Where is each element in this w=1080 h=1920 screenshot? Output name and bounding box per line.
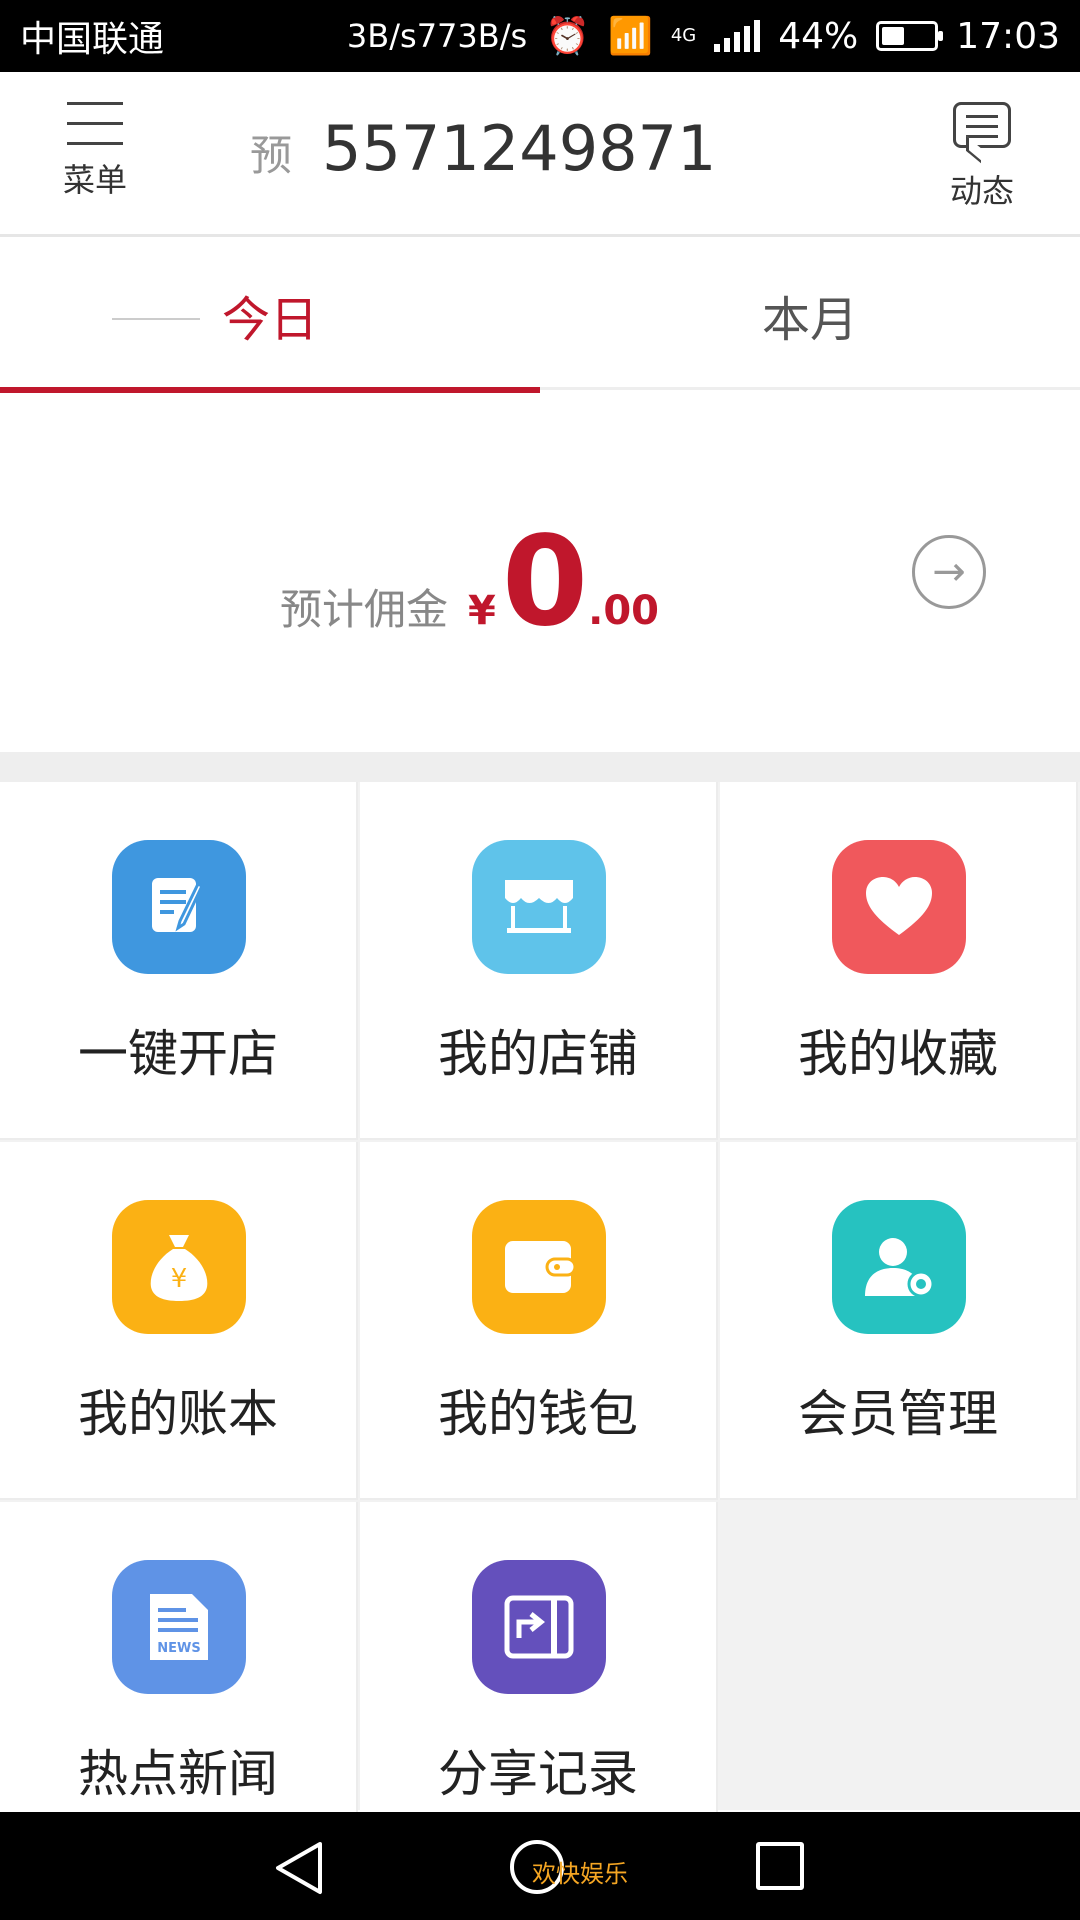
svg-text:¥: ¥ bbox=[171, 1264, 188, 1294]
menu-button[interactable]: 菜单 bbox=[58, 102, 132, 201]
signal-icon bbox=[714, 20, 761, 52]
grid-item-label: 分享记录 bbox=[438, 1745, 638, 1803]
share-icon bbox=[472, 1560, 606, 1694]
commission-integer: 0 bbox=[501, 510, 589, 654]
alarm-icon: ⏰ bbox=[545, 16, 590, 57]
wifi-icon: 📶 bbox=[608, 16, 653, 57]
tab-bar: 今日 本月 bbox=[0, 240, 1080, 393]
grid-item-label: 我的收藏 bbox=[798, 1025, 998, 1083]
news-icon: NEWS bbox=[112, 1560, 246, 1694]
back-icon[interactable] bbox=[272, 1840, 326, 1900]
grid-item-my-favorites[interactable]: 我的收藏 bbox=[720, 782, 1078, 1140]
currency-symbol: ¥ bbox=[468, 588, 496, 634]
recent-apps-icon[interactable] bbox=[756, 1842, 804, 1890]
grid-item-open-store[interactable]: 一键开店 bbox=[0, 782, 358, 1140]
storefront-icon bbox=[472, 840, 606, 974]
grid-item-my-store[interactable]: 我的店铺 bbox=[360, 782, 718, 1140]
money-bag-icon: ¥ bbox=[112, 1200, 246, 1334]
grid-item-label: 我的店铺 bbox=[438, 1025, 638, 1083]
grid-item-my-ledger[interactable]: ¥ 我的账本 bbox=[0, 1142, 358, 1500]
system-nav-bar: 欢快娱乐 bbox=[0, 1812, 1080, 1920]
grid-item-label: 我的钱包 bbox=[438, 1385, 638, 1443]
battery-percent: 44% bbox=[778, 15, 859, 57]
carrier-name: 中国联通 bbox=[20, 19, 165, 60]
grid-item-label: 热点新闻 bbox=[78, 1745, 278, 1803]
commission-panel: 预计佣金 ¥ 0 .00 → bbox=[0, 390, 1080, 752]
tab-today[interactable]: 今日 bbox=[0, 240, 540, 393]
message-icon bbox=[953, 102, 1011, 148]
commission-row: 预计佣金 ¥ 0 .00 bbox=[280, 520, 659, 644]
grid-item-hot-news[interactable]: NEWS 热点新闻 bbox=[0, 1502, 358, 1860]
watermark-text: 欢快娱乐 bbox=[532, 1860, 628, 1888]
commission-decimal: .00 bbox=[588, 588, 659, 634]
network-type: 4G bbox=[670, 25, 697, 46]
grid-item-label: 会员管理 bbox=[798, 1385, 998, 1443]
clock-time: 17:03 bbox=[956, 15, 1060, 57]
tab-label: 今日 bbox=[221, 292, 318, 348]
feature-grid: 一键开店 我的店铺 我的收藏 ¥ 我的账本 我的钱包 会员管理 NEWS 热点新… bbox=[0, 782, 1080, 1860]
commission-label: 预计佣金 bbox=[280, 585, 449, 634]
status-bar: 中国联通 3B/s773B/s ⏰ 📶 4G 44% 17:03 bbox=[0, 0, 1080, 72]
grid-item-label: 一键开店 bbox=[78, 1025, 278, 1083]
hamburger-icon bbox=[67, 102, 123, 145]
tab-label: 本月 bbox=[761, 292, 858, 348]
network-speed: 3B/s773B/s bbox=[346, 17, 528, 55]
svg-text:NEWS: NEWS bbox=[157, 1641, 200, 1656]
dynamic-label: 动态 bbox=[949, 172, 1014, 210]
heart-icon bbox=[832, 840, 966, 974]
title-number: 5571249871 bbox=[322, 112, 717, 185]
page-title: 预 5571249871 bbox=[250, 112, 716, 185]
dynamic-button[interactable]: 动态 bbox=[942, 102, 1022, 212]
commission-detail-button[interactable]: → bbox=[912, 535, 986, 609]
battery-icon bbox=[876, 21, 944, 51]
member-settings-icon bbox=[832, 1200, 966, 1334]
status-icons: 3B/s773B/s ⏰ 📶 4G 44% 17:03 bbox=[346, 15, 1060, 58]
title-prefix: 预 bbox=[250, 131, 293, 180]
arrow-right-icon: → bbox=[932, 549, 966, 595]
grid-item-share-records[interactable]: 分享记录 bbox=[360, 1502, 718, 1860]
tab-decoration bbox=[112, 318, 200, 320]
section-divider bbox=[0, 752, 1080, 782]
grid-item-label: 我的账本 bbox=[78, 1385, 278, 1443]
app-header: 菜单 预 5571249871 动态 bbox=[0, 72, 1080, 237]
grid-item-member-management[interactable]: 会员管理 bbox=[720, 1142, 1078, 1500]
grid-item-my-wallet[interactable]: 我的钱包 bbox=[360, 1142, 718, 1500]
note-pen-icon bbox=[112, 840, 246, 974]
menu-label: 菜单 bbox=[62, 161, 127, 199]
wallet-icon bbox=[472, 1200, 606, 1334]
tab-month[interactable]: 本月 bbox=[540, 240, 1080, 390]
